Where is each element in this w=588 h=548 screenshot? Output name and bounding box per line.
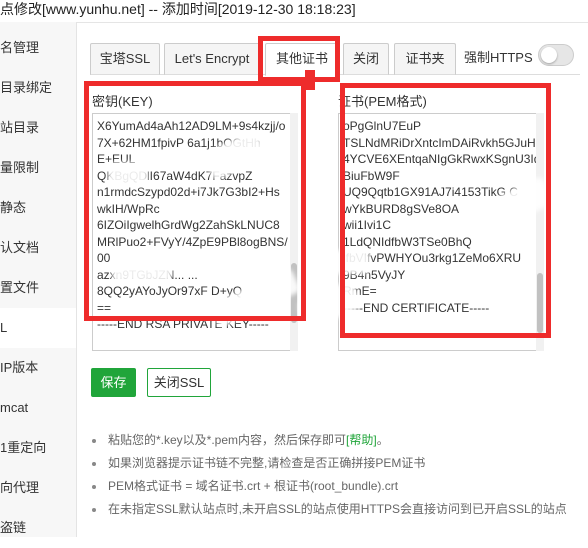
sidebar: 名管理 目录绑定 站目录 量限制 静态 认文档 置文件 L IP版本 mcat …: [0, 22, 77, 537]
window-title: 点修改[www.yunhu.net] -- 添加时间[2019-12-30 18…: [0, 0, 588, 23]
tab-bt-ssl[interactable]: 宝塔SSL: [90, 43, 160, 75]
tab-lets-encrypt[interactable]: Let's Encrypt: [164, 43, 260, 75]
highlight-tab-box: [258, 36, 340, 82]
force-https-label: 强制HTTPS: [464, 50, 533, 65]
tab-close[interactable]: 关闭: [343, 43, 389, 75]
sidebar-item-config-file[interactable]: 置文件: [0, 268, 76, 308]
sidebar-item-rewrite[interactable]: 静态: [0, 188, 76, 228]
force-https-toggle[interactable]: [538, 44, 574, 66]
tip-text: PEM格式证书 = 域名证书.crt + 根证书(root_bundle).cr…: [108, 479, 399, 493]
sidebar-item-reverse-proxy[interactable]: 向代理: [0, 468, 76, 508]
sidebar-item-site-dir[interactable]: 站目录: [0, 108, 76, 148]
bullet-icon: [92, 508, 96, 512]
bullet-icon: [92, 439, 96, 443]
tip-item: 粘贴您的*.key以及*.pem内容，然后保存即可[帮助]。: [92, 429, 588, 452]
sidebar-item-domain[interactable]: 名管理: [0, 28, 76, 68]
sidebar-item-ssl[interactable]: L: [0, 308, 76, 348]
tip-text: 在未指定SSL默认站点时,未开启SSL的站点使用HTTPS会直接访问到已开启SS…: [108, 502, 567, 516]
help-link[interactable]: [帮助]: [346, 433, 377, 447]
close-ssl-button[interactable]: 关闭SSL: [147, 368, 211, 397]
save-button[interactable]: 保存: [91, 368, 136, 397]
tip-item: 在未指定SSL默认站点时,未开启SSL的站点使用HTTPS会直接访问到已开启SS…: [92, 498, 588, 521]
highlight-cert-box: [340, 83, 551, 338]
tab-cert-folder[interactable]: 证书夹: [394, 43, 456, 75]
sidebar-item-hotlink[interactable]: 盗链: [0, 508, 76, 548]
tip-text: 如果浏览器提示证书链不完整,请检查是否正确拼接PEM证书: [108, 456, 426, 470]
tip-suffix: 。: [376, 433, 389, 447]
highlight-connector: [305, 70, 315, 90]
highlight-key-box: [84, 81, 306, 321]
sidebar-item-tomcat[interactable]: mcat: [0, 388, 76, 428]
sidebar-item-traffic-limit[interactable]: 量限制: [0, 148, 76, 188]
tips-list: 粘贴您的*.key以及*.pem内容，然后保存即可[帮助]。 如果浏览器提示证书…: [92, 429, 588, 521]
bullet-icon: [92, 462, 96, 466]
sidebar-item-subdir[interactable]: 目录绑定: [0, 68, 76, 108]
sidebar-item-default-doc[interactable]: 认文档: [0, 228, 76, 268]
sidebar-item-php-version[interactable]: IP版本: [0, 348, 76, 388]
toggle-knob: [541, 47, 557, 63]
bullet-icon: [92, 485, 96, 489]
sidebar-item-redirect[interactable]: 1重定向: [0, 428, 76, 468]
tip-item: PEM格式证书 = 域名证书.crt + 根证书(root_bundle).cr…: [92, 475, 588, 498]
tip-text: 粘贴您的*.key以及*.pem内容，然后保存即可: [108, 433, 347, 447]
tip-item: 如果浏览器提示证书链不完整,请检查是否正确拼接PEM证书: [92, 452, 588, 475]
